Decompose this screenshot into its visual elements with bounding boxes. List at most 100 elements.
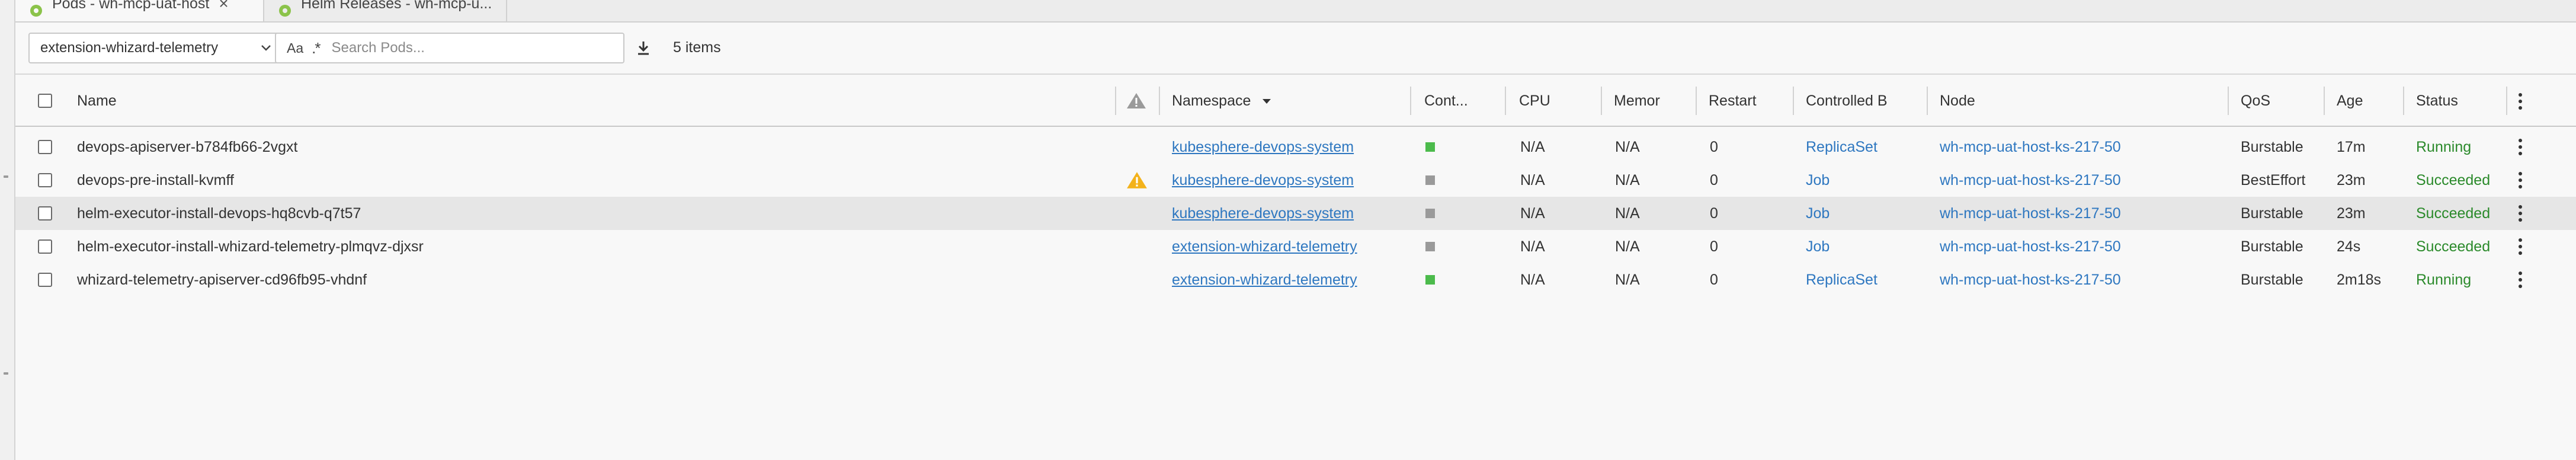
kebab-menu-icon[interactable]	[2518, 92, 2523, 110]
close-icon[interactable]: ×	[219, 0, 228, 13]
cpu-value: N/A	[1520, 138, 1545, 155]
pods-table: Name Namespace Cont... CPU Memor Restart…	[15, 75, 2576, 296]
column-divider[interactable]	[2324, 87, 2325, 115]
column-divider[interactable]	[1410, 87, 1411, 115]
controlled-by-link[interactable]: ReplicaSet	[1806, 139, 1877, 156]
namespace-link[interactable]: kubesphere-devops-system	[1172, 205, 1354, 222]
table-row[interactable]: whizard-telemetry-apiserver-cd96fb95-vhd…	[15, 263, 2576, 296]
node-link[interactable]: wh-mcp-uat-host-ks-217-50	[1940, 271, 2121, 289]
column-header-warning[interactable]	[1126, 75, 1161, 127]
table-body: devops-apiserver-b784fb66-2vgxt kubesphe…	[15, 127, 2576, 296]
controlled-by-link[interactable]: ReplicaSet	[1806, 271, 1877, 289]
column-divider[interactable]	[1115, 87, 1116, 115]
namespace-link[interactable]: extension-whizard-telemetry	[1172, 238, 1357, 255]
search-box: Aa .*	[275, 33, 624, 63]
column-divider[interactable]	[1927, 87, 1928, 115]
container-status-indicator	[1425, 175, 1435, 185]
tab-pods[interactable]: Pods - wh-mcp-uat-host ×	[15, 0, 264, 21]
regex-toggle[interactable]: .*	[312, 39, 321, 58]
tab-label: Helm Releases - wh-mcp-u...	[301, 0, 492, 12]
controlled-by-link[interactable]: Job	[1806, 205, 1830, 222]
node-link[interactable]: wh-mcp-uat-host-ks-217-50	[1940, 205, 2121, 222]
kebab-menu-icon[interactable]	[2518, 271, 2523, 289]
namespace-link[interactable]: kubesphere-devops-system	[1172, 139, 1354, 156]
tab-label: Pods - wh-mcp-uat-host	[52, 0, 210, 12]
kebab-menu-icon[interactable]	[2518, 138, 2523, 156]
column-header-restarts[interactable]: Restart	[1709, 75, 1792, 127]
cpu-value: N/A	[1520, 171, 1545, 189]
qos-value: Burstable	[2241, 205, 2303, 222]
pod-name: whizard-telemetry-apiserver-cd96fb95-vhd…	[77, 271, 367, 288]
kebab-menu-icon[interactable]	[2518, 171, 2523, 189]
node-link[interactable]: wh-mcp-uat-host-ks-217-50	[1940, 139, 2121, 156]
row-checkbox[interactable]	[38, 239, 52, 254]
toolbar: extension-whizard-telemetry Aa .* 5 item…	[15, 23, 2576, 75]
cpu-value: N/A	[1520, 271, 1545, 288]
column-divider[interactable]	[1793, 87, 1794, 115]
pod-name: helm-executor-install-devops-hq8cvb-q7t5…	[77, 205, 361, 222]
warning-icon	[1127, 93, 1146, 108]
column-divider[interactable]	[1601, 87, 1602, 115]
kebab-menu-icon[interactable]	[2518, 205, 2523, 222]
download-icon[interactable]	[635, 39, 652, 57]
restarts-value: 0	[1710, 171, 1718, 189]
container-status-indicator	[1425, 242, 1435, 251]
qos-value: Burstable	[2241, 138, 2303, 155]
column-divider[interactable]	[1505, 87, 1506, 115]
sort-desc-icon	[1263, 99, 1271, 104]
table-row[interactable]: devops-pre-install-kvmff kubesphere-devo…	[15, 164, 2576, 197]
kebab-menu-icon[interactable]	[2518, 238, 2523, 255]
table-header: Name Namespace Cont... CPU Memor Restart…	[15, 75, 2576, 127]
pod-name: helm-executor-install-whizard-telemetry-…	[77, 238, 424, 255]
memory-value: N/A	[1615, 171, 1640, 189]
warning-icon[interactable]	[1126, 171, 1148, 190]
column-header-containers[interactable]: Cont...	[1424, 75, 1501, 127]
status-value: Running	[2416, 271, 2472, 288]
column-header-qos[interactable]: QoS	[2241, 75, 2324, 127]
row-checkbox[interactable]	[38, 173, 52, 187]
node-link[interactable]: wh-mcp-uat-host-ks-217-50	[1940, 238, 2121, 255]
namespace-link[interactable]: extension-whizard-telemetry	[1172, 271, 1357, 289]
node-link[interactable]: wh-mcp-uat-host-ks-217-50	[1940, 172, 2121, 189]
controlled-by-link[interactable]: Job	[1806, 172, 1830, 189]
sidebar-marker	[4, 372, 8, 375]
table-row[interactable]: helm-executor-install-devops-hq8cvb-q7t5…	[15, 197, 2576, 230]
select-all-checkbox[interactable]	[38, 94, 52, 108]
search-input[interactable]	[331, 40, 592, 56]
restarts-value: 0	[1710, 205, 1718, 222]
status-value: Succeeded	[2416, 171, 2491, 189]
cpu-value: N/A	[1520, 238, 1545, 255]
column-divider[interactable]	[2228, 87, 2229, 115]
tab-helm-releases[interactable]: Helm Releases - wh-mcp-u...	[264, 0, 507, 21]
age-value: 2m18s	[2337, 271, 2382, 288]
row-checkbox[interactable]	[38, 140, 52, 154]
column-header-name[interactable]: Name	[77, 75, 1096, 127]
namespace-select-value: extension-whizard-telemetry	[40, 40, 219, 56]
row-checkbox[interactable]	[38, 206, 52, 221]
column-header-status[interactable]: Status	[2416, 75, 2505, 127]
namespace-select[interactable]: extension-whizard-telemetry	[28, 33, 282, 63]
column-divider[interactable]	[1696, 87, 1697, 115]
pod-name: devops-apiserver-b784fb66-2vgxt	[77, 138, 298, 155]
column-header-cpu[interactable]: CPU	[1519, 75, 1596, 127]
column-header-controlled-by[interactable]: Controlled B	[1806, 75, 1924, 127]
column-header-node[interactable]: Node	[1940, 75, 2224, 127]
qos-value: BestEffort	[2241, 171, 2306, 189]
column-header-namespace[interactable]: Namespace	[1172, 75, 1409, 127]
column-header-age[interactable]: Age	[2337, 75, 2402, 127]
status-value: Running	[2416, 138, 2472, 155]
column-divider[interactable]	[1159, 87, 1160, 115]
namespace-link[interactable]: kubesphere-devops-system	[1172, 172, 1354, 189]
container-status-indicator	[1425, 142, 1435, 152]
restarts-value: 0	[1710, 271, 1718, 288]
column-header-memory[interactable]: Memor	[1614, 75, 1691, 127]
controlled-by-link[interactable]: Job	[1806, 238, 1830, 255]
row-checkbox[interactable]	[38, 273, 52, 287]
status-value: Succeeded	[2416, 238, 2491, 255]
table-row[interactable]: helm-executor-install-whizard-telemetry-…	[15, 230, 2576, 263]
column-divider[interactable]	[2403, 87, 2404, 115]
column-divider[interactable]	[2506, 87, 2507, 115]
match-case-toggle[interactable]: Aa	[287, 40, 303, 56]
cpu-value: N/A	[1520, 205, 1545, 222]
table-row[interactable]: devops-apiserver-b784fb66-2vgxt kubesphe…	[15, 130, 2576, 164]
